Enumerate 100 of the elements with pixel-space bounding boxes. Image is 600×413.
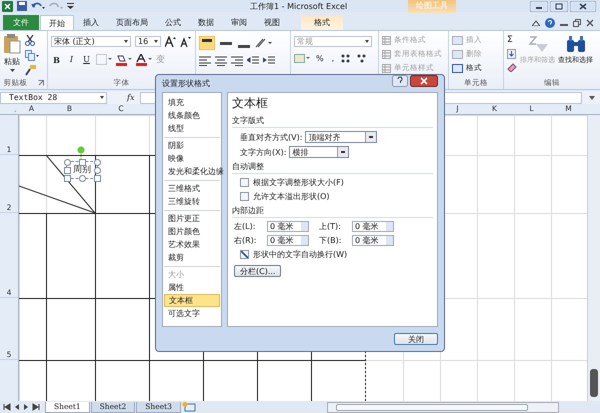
category-item[interactable]: 线型 (164, 122, 220, 135)
orientation-icon[interactable] (255, 38, 273, 48)
undo-icon[interactable] (31, 2, 45, 10)
dialog-launcher-icon[interactable] (38, 80, 44, 86)
rotation-handle-icon[interactable] (77, 146, 85, 162)
font-name-combo[interactable]: 宋体 (正文) (51, 36, 131, 47)
category-item[interactable]: 图片颜色 (164, 225, 220, 238)
columns-button[interactable]: 分栏(C)... (234, 265, 282, 277)
caret-icon (10, 69, 14, 72)
text-direction-dropdown[interactable]: 横排 (289, 146, 350, 158)
top-align-icon[interactable] (199, 36, 215, 50)
close-icon[interactable] (586, 18, 594, 26)
category-item[interactable]: 属性 (164, 281, 220, 294)
table-icon (382, 50, 391, 58)
close-icon[interactable] (410, 75, 438, 87)
window-title: 工作簿1 - Microsoft Excel (250, 1, 348, 12)
save-icon[interactable] (17, 1, 27, 11)
checkbox[interactable] (240, 178, 249, 187)
category-item[interactable]: 填充 (164, 96, 220, 109)
last-sheet-icon[interactable] (32, 403, 40, 411)
category-item[interactable]: 阴影 (164, 137, 220, 152)
section-label: 内部边距 (232, 205, 265, 216)
collapse-ribbon-icon[interactable] (532, 20, 540, 26)
cells-icon (452, 64, 463, 72)
autosum-button[interactable]: Σ (507, 35, 517, 45)
checkbox-label: 允许文本溢出形状(O) (253, 191, 330, 202)
help-icon[interactable] (392, 75, 408, 87)
ribbon-tab[interactable]: 视图 (256, 15, 288, 30)
minimize-icon[interactable] (530, 0, 548, 12)
close-button[interactable]: 关闭 (394, 333, 438, 345)
ribbon-tab[interactable]: 文件 (3, 15, 39, 30)
comma-style-button[interactable]: , (330, 54, 336, 63)
table-icon (382, 64, 391, 72)
insert-function-button[interactable]: fx (127, 93, 134, 102)
italic-button[interactable]: I (66, 55, 77, 64)
field-label: 右(R): (234, 235, 258, 246)
binoculars-icon (566, 35, 586, 53)
bold-button[interactable]: B (51, 54, 62, 64)
pane-heading: 文本框 (232, 95, 268, 112)
margin-spinner[interactable]: 0 毫米 (267, 235, 309, 246)
help-icon[interactable] (545, 18, 555, 28)
field-label: 上(T): (319, 221, 342, 232)
sort-filter-icon (528, 35, 548, 53)
ribbon-tab[interactable]: 插入 (75, 15, 107, 30)
restore-icon[interactable] (573, 18, 581, 26)
horizontal-scrollbar[interactable] (326, 402, 559, 412)
shrink-font-icon[interactable] (180, 36, 191, 47)
align-right-icon[interactable] (231, 56, 243, 66)
ribbon-tab[interactable]: 格式 (301, 15, 343, 30)
next-sheet-icon[interactable] (23, 403, 29, 411)
clipboard-icon (3, 34, 21, 54)
vertical-scrollbar[interactable] (587, 115, 600, 401)
margin-spinner[interactable]: 0 毫米 (352, 221, 394, 232)
ribbon-tab[interactable]: 页面布局 (108, 15, 156, 30)
ribbon-tab[interactable]: 公式 (157, 15, 189, 30)
category-item[interactable]: 可选文字 (164, 307, 220, 320)
category-item[interactable]: 线条颜色 (164, 109, 220, 122)
checkbox[interactable] (240, 250, 249, 259)
field-label: 下(B): (319, 235, 342, 246)
expand-icon[interactable] (588, 94, 596, 102)
ribbon-tab[interactable]: 数据 (190, 15, 222, 30)
category-item[interactable]: 三维旋转 (164, 195, 220, 208)
close-icon[interactable] (570, 0, 596, 12)
new-sheet-icon[interactable] (182, 402, 196, 412)
ribbon-tab[interactable]: 开始 (40, 15, 74, 30)
grow-font-icon[interactable] (165, 36, 176, 47)
first-sheet-icon[interactable] (3, 403, 11, 411)
increase-indent-icon[interactable] (263, 56, 275, 66)
category-item[interactable]: 艺术效果 (164, 238, 220, 251)
align-center-icon[interactable] (215, 56, 227, 66)
previous-sheet-icon[interactable] (14, 403, 20, 411)
font-color-icon[interactable] (136, 54, 152, 66)
ribbon-tab[interactable]: 审阅 (223, 15, 255, 30)
paste-button[interactable]: 粘贴 (3, 33, 21, 77)
margin-spinner[interactable]: 0 毫米 (267, 221, 309, 232)
category-item[interactable]: 文本框 (164, 294, 220, 307)
percent-style-button[interactable]: % (314, 54, 326, 63)
checkbox-label: 根据文字调整形状大小(F) (253, 177, 344, 188)
margin-spinner[interactable]: 0 毫米 (352, 235, 394, 246)
restore-icon[interactable] (550, 0, 568, 12)
category-item[interactable]: 裁剪 (164, 251, 220, 264)
fill-down-icon[interactable] (507, 49, 516, 59)
table-icon (382, 36, 391, 44)
excel-logo-icon[interactable] (2, 0, 13, 12)
checkbox[interactable] (240, 192, 249, 201)
category-item[interactable]: 三维格式 (164, 180, 220, 195)
checkbox-label: 形状中的文字自动换行(W) (253, 249, 348, 260)
fill-color-icon[interactable] (116, 54, 132, 66)
underline-button[interactable]: U (81, 55, 92, 64)
decrease-indent-icon[interactable] (247, 56, 259, 66)
category-item[interactable]: 图片更正 (164, 210, 220, 225)
font-size-combo[interactable]: 16 (135, 36, 161, 47)
customize-caret-icon[interactable] (67, 2, 74, 10)
scissors-icon[interactable] (25, 35, 35, 46)
name-box[interactable]: TextBox 28 (0, 92, 107, 104)
align-left-icon[interactable] (199, 56, 211, 66)
category-item[interactable]: 映像 (164, 152, 220, 165)
format-painter-icon[interactable] (25, 65, 36, 76)
vertical-alignment-dropdown[interactable]: 顶端对齐 (305, 131, 378, 143)
eraser-icon[interactable] (507, 63, 517, 72)
